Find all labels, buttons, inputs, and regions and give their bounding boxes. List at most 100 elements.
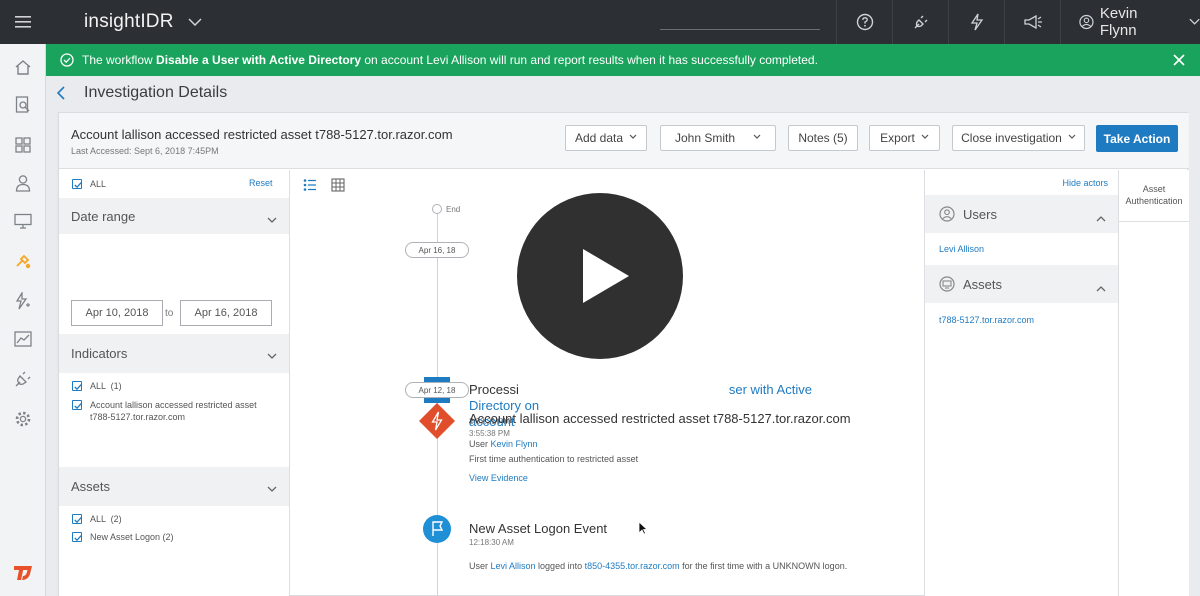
home-icon[interactable] [12,56,34,78]
monitor-icon[interactable] [12,210,34,232]
chevron-down-icon [1068,134,1076,142]
timeline-date-badge: Apr 16, 18 [405,242,469,258]
date-from-input[interactable]: Apr 10, 2018 [71,300,163,326]
indicators-section[interactable]: Indicators [59,334,289,373]
event-time: 3:55:38 PM [469,429,510,438]
close-icon[interactable] [1172,53,1186,67]
checkbox-checked-icon [72,532,82,542]
user-circle-icon [939,206,955,222]
checkbox-checked-icon [72,179,82,189]
assets-actor-title: Assets [963,276,1003,292]
chevron-down-icon [753,134,761,142]
tab-asset-authentication-label: Asset Authentication [1125,184,1183,206]
plug-icon[interactable] [12,368,34,390]
event-user-label: User [469,439,491,449]
assets-title: Assets [71,479,111,494]
user-name: Kevin Flynn [1099,5,1138,39]
asset-all-checkbox[interactable]: ALL (2) [72,514,122,524]
user-avatar-icon [1079,14,1094,30]
asset-icon [939,276,955,292]
chevron-up-icon [1096,210,1106,222]
investigations-icon[interactable] [12,250,34,272]
settings-gear-icon[interactable] [12,408,34,430]
event-title-link[interactable]: ser with Active Directory on [469,382,812,413]
last-accessed: Last Accessed: Sept 6, 2018 7:45PM [71,146,219,156]
close-investigation-button[interactable]: Close investigation [952,125,1085,151]
take-action-button[interactable]: Take Action [1096,125,1178,152]
reset-link[interactable]: Reset [249,178,273,188]
close-investigation-label: Close investigation [961,131,1062,145]
date-to-label: to [165,308,174,319]
plug-icon[interactable] [892,0,948,44]
hamburger-menu-icon[interactable] [0,0,46,44]
event-text-tail: for the first time with a UNKNOWN logon. [679,561,848,571]
chevron-down-icon [267,348,277,359]
banner-workflow-name: Disable a User with Active Directory [156,53,361,67]
indicator-all-checkbox[interactable]: ALL (1) [72,381,122,391]
actor-user-link[interactable]: Levi Allison [939,244,984,254]
users-title: Users [963,206,997,222]
chevron-down-icon [921,134,929,142]
megaphone-icon[interactable] [1004,0,1060,44]
view-evidence-link[interactable]: View Evidence [469,473,528,483]
top-bar: insightIDR Kevin Flynn [0,0,1200,44]
check-circle-icon [60,53,74,67]
export-button[interactable]: Export [869,125,940,151]
add-data-button[interactable]: Add data [565,125,647,151]
list-view-icon[interactable] [303,178,317,197]
filter-all-checkbox[interactable]: ALL [72,179,106,189]
asset-item-checkbox[interactable]: New Asset Logon (2) [72,532,174,542]
dashboard-icon[interactable] [12,134,34,156]
assets-section[interactable]: Assets [59,467,289,506]
user-menu[interactable]: Kevin Flynn [1060,0,1200,44]
view-toggle [303,178,345,197]
grid-view-icon[interactable] [331,178,345,197]
actor-asset-link[interactable]: t788-5127.tor.razor.com [939,315,1034,325]
date-range-section[interactable]: Date range [59,198,289,234]
date-range-title: Date range [71,208,136,224]
users-section[interactable]: Users [925,195,1118,233]
export-label: Export [880,131,915,145]
video-play-button[interactable] [517,193,683,359]
timeline-date-badge: Apr 12, 18 [405,382,469,398]
success-banner: The workflow Disable a User with Active … [46,44,1200,76]
tab-asset-authentication[interactable]: Asset Authentication [1119,170,1189,222]
timeline-end-dot [432,204,442,214]
chevron-down-icon [1189,18,1200,25]
log-search-icon[interactable] [12,94,34,116]
user-icon[interactable] [12,172,34,194]
assignee-dropdown[interactable]: John Smith [660,125,776,151]
chevron-down-icon [267,481,277,492]
notes-button[interactable]: Notes (5) [788,125,858,151]
chevron-down-icon[interactable] [188,15,202,29]
indicator-item-label: Account lallison accessed restricted ass… [90,400,257,422]
event-time: 12:18:30 AM [469,538,514,547]
assignee-label: John Smith [674,131,736,145]
event-asset-link[interactable]: t850-4355.tor.razor.com [585,561,680,571]
reports-chart-icon[interactable] [12,328,34,350]
assets-actor-section[interactable]: Assets [925,265,1118,303]
search-input[interactable] [660,8,820,30]
alerts-icon[interactable] [12,290,34,312]
filter-all-label: ALL [90,179,107,189]
banner-text-suffix: on account Levi Allison will run and rep… [361,53,818,67]
indicator-item-checkbox[interactable]: Account lallison accessed restricted ass… [72,399,262,423]
page-header: Investigation Details [46,76,1200,110]
notes-label: Notes (5) [798,131,848,145]
event-user-line: User Kevin Flynn [469,438,849,451]
indicator-all-label: ALL (1) [90,381,122,391]
event-user-link[interactable]: Kevin Flynn [491,439,538,449]
app-brand[interactable]: insightIDR [84,11,174,33]
help-icon[interactable] [836,0,892,44]
date-to-input[interactable]: Apr 16, 2018 [180,300,272,326]
lightning-icon[interactable] [948,0,1004,44]
hide-actors-link[interactable]: Hide actors [1062,178,1108,188]
event-description: First time authentication to restricted … [469,454,639,464]
indicators-title: Indicators [71,346,128,361]
alert-lightning-icon [418,402,456,440]
play-icon [583,249,629,303]
event-user-link[interactable]: Levi Allison [491,561,536,571]
back-chevron-icon[interactable] [56,85,70,101]
banner-text-prefix: The workflow [82,53,157,67]
event-user-label: User [469,561,491,571]
